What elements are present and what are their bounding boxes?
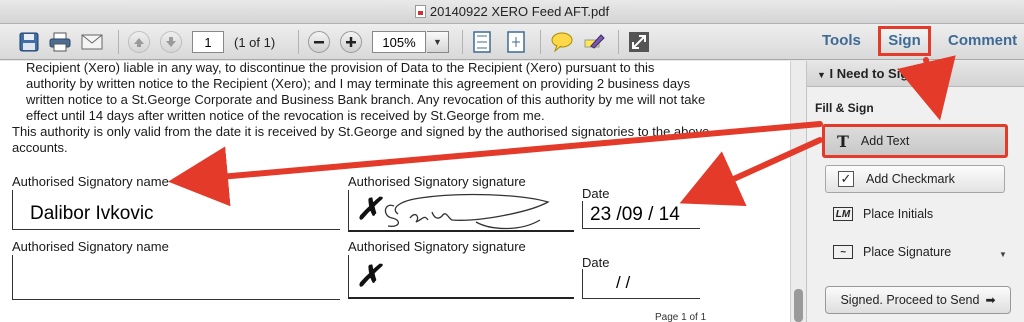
add-checkmark-label: Add Checkmark: [866, 172, 955, 186]
signatory-signature-label: Authorised Signatory signature: [348, 174, 526, 189]
send-button[interactable]: Signed. Proceed to Send ➡: [825, 286, 1011, 314]
minus-icon: [308, 31, 330, 53]
date-value: / /: [616, 273, 631, 292]
envelope-icon[interactable]: [80, 30, 104, 54]
signature-x-mark: ✗: [356, 260, 382, 293]
add-text-label: Add Text: [860, 134, 910, 148]
date-field[interactable]: [582, 269, 700, 299]
scrollbar[interactable]: [790, 61, 806, 322]
send-button-label: Signed. Proceed to Send: [840, 293, 980, 307]
next-page-button[interactable]: [160, 30, 182, 54]
date-label: Date: [582, 255, 610, 270]
arrow-right-icon: ➡: [985, 293, 996, 307]
document-paragraph: Recipient (Xero) liable in any way, to d…: [26, 61, 706, 123]
pdf-file-icon: [414, 5, 426, 18]
scrollbar-thumb[interactable]: [794, 289, 803, 322]
tab-tools[interactable]: Tools: [822, 32, 861, 49]
add-checkmark-button[interactable]: ✓ Add Checkmark: [825, 165, 1005, 193]
panel-header[interactable]: ▼ I Need to Sign: [807, 61, 1024, 87]
place-initials-label: Place Initials: [863, 207, 934, 221]
initials-icon: LM: [833, 207, 853, 221]
signatory-name-label: Authorised Signatory name: [12, 239, 169, 254]
toolbar-separator: [298, 30, 299, 54]
text-tool-icon: T: [837, 131, 849, 151]
tab-sign[interactable]: Sign: [878, 26, 931, 56]
toolbar-separator: [462, 30, 463, 54]
place-signature-item[interactable]: ~ Place Signature: [833, 245, 951, 259]
fit-width-icon[interactable]: [504, 30, 528, 54]
add-text-button[interactable]: T Add Text: [822, 124, 1008, 158]
chevron-down-icon: ▼: [433, 37, 442, 47]
place-initials-item[interactable]: LM Place Initials: [833, 207, 933, 221]
page-count: (1 of 1): [234, 34, 276, 50]
prev-page-button[interactable]: [128, 30, 150, 54]
signature-x-mark: ✗: [356, 193, 382, 226]
printer-icon[interactable]: [48, 30, 72, 54]
arrow-up-icon: [128, 31, 150, 53]
panel-header-label: I Need to Sign: [829, 66, 917, 81]
toolbar-separator: [540, 30, 541, 54]
document-page: Recipient (Xero) liable in any way, to d…: [0, 61, 790, 322]
page-number-input[interactable]: 1: [192, 31, 224, 53]
page-footer: Page 1 of 1: [655, 312, 707, 322]
signature-field[interactable]: [348, 255, 574, 299]
toolbar: 1 (1 of 1) 105% ▼ Tools Sign Comment: [0, 24, 1024, 60]
tab-sign-label: Sign: [888, 32, 921, 49]
fit-page-icon[interactable]: [470, 30, 494, 54]
signatory-name-value: Dalibor Ivkovic: [30, 203, 154, 224]
speech-bubble-icon[interactable]: [550, 30, 574, 54]
zoom-in-button[interactable]: [340, 30, 362, 54]
zoom-out-button[interactable]: [308, 30, 330, 54]
checkbox-icon: ✓: [838, 171, 854, 187]
chevron-down-icon[interactable]: ▼: [999, 250, 1007, 259]
sign-panel: ▼ I Need to Sign Fill & Sign T Add Text …: [806, 61, 1024, 322]
highlighter-icon[interactable]: [582, 30, 606, 54]
arrow-down-icon: [160, 31, 182, 53]
toolbar-separator: [618, 30, 619, 54]
tab-comment[interactable]: Comment: [948, 32, 1017, 49]
document-paragraph: This authority is only valid from the da…: [12, 124, 710, 155]
signature-icon: ~: [833, 245, 853, 259]
toolbar-separator: [118, 30, 119, 54]
signatory-name-label: Authorised Signatory name: [12, 174, 169, 189]
expand-icon[interactable]: [626, 30, 652, 54]
date-value: 23 /09 / 14: [590, 204, 680, 225]
plus-icon: [340, 31, 362, 53]
zoom-dropdown[interactable]: ▼: [427, 31, 449, 53]
zoom-input[interactable]: 105%: [372, 31, 426, 53]
section-title: Fill & Sign: [815, 101, 874, 115]
disclosure-triangle-icon: ▼: [817, 70, 826, 80]
date-label: Date: [582, 186, 610, 201]
place-signature-label: Place Signature: [863, 245, 952, 259]
window-title: 20140922 XERO Feed AFT.pdf: [429, 4, 610, 19]
handwritten-signature: [384, 193, 550, 230]
signatory-name-field[interactable]: [12, 255, 340, 300]
signatory-signature-label: Authorised Signatory signature: [348, 239, 526, 254]
floppy-disk-icon[interactable]: [18, 30, 40, 54]
window-titlebar: 20140922 XERO Feed AFT.pdf: [0, 0, 1024, 24]
